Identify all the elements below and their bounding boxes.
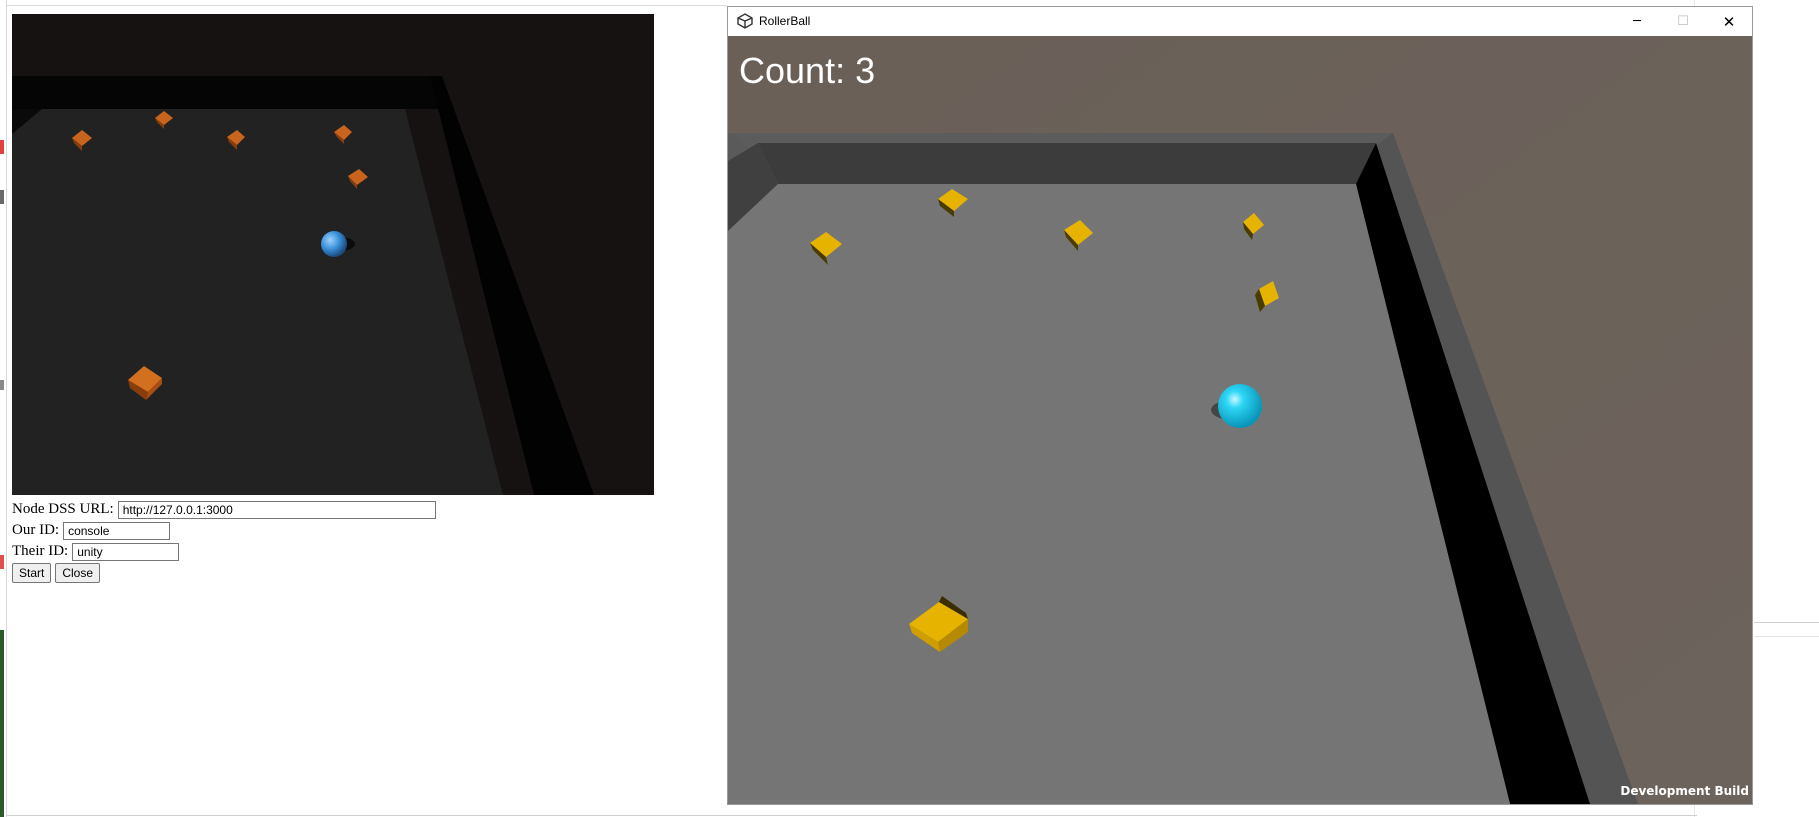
close-icon[interactable]: ✕ <box>1706 7 1752 36</box>
divider <box>7 5 727 6</box>
our-id-input[interactable] <box>63 521 171 540</box>
url-label: Node DSS URL: <box>12 501 114 517</box>
their-id-input[interactable] <box>72 542 180 561</box>
minimize-icon[interactable]: ─ <box>1614 7 1660 36</box>
window-title: RollerBall <box>759 14 811 28</box>
maximize-icon[interactable]: ☐ <box>1660 7 1706 36</box>
unity-logo-icon <box>737 13 753 29</box>
development-build-label: Development Build <box>1620 784 1749 798</box>
divider <box>1754 636 1819 637</box>
game-viewport[interactable]: Count: 3 Development Build <box>728 36 1752 804</box>
their-id-label: Their ID: <box>12 543 69 559</box>
close-button[interactable]: Close <box>55 563 101 583</box>
title-bar[interactable]: RollerBall ─ ☐ ✕ <box>728 7 1752 36</box>
desktop-edge <box>0 0 7 817</box>
ball-icon <box>321 231 347 257</box>
connection-form: Node DSS URL: Our ID: Their ID: Start Cl… <box>12 499 436 583</box>
rollerball-window: RollerBall ─ ☐ ✕ Count: 3 Development Bu… <box>727 6 1753 805</box>
start-button[interactable]: Start <box>12 563 52 583</box>
count-label: Count: 3 <box>739 50 876 91</box>
our-id-label: Our ID: <box>12 522 60 538</box>
divider <box>7 815 1697 816</box>
ball-icon <box>1218 384 1262 428</box>
url-input[interactable] <box>117 500 436 519</box>
divider <box>1754 622 1819 623</box>
remote-video-stream <box>12 14 654 495</box>
